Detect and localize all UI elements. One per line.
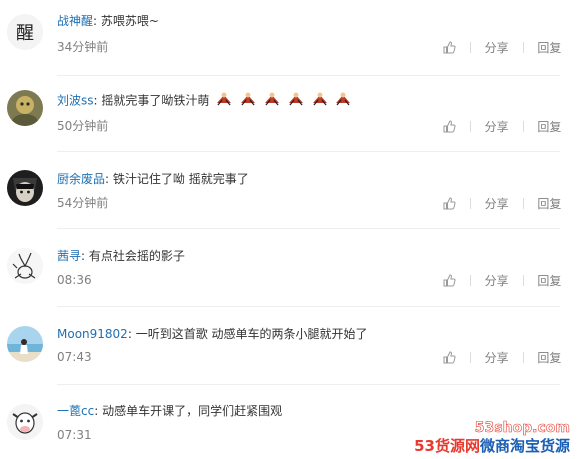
username-link[interactable]: 一蓖cc [57,404,94,418]
emoji-row [215,91,354,111]
comment-item: 厨余废品: 铁汁记住了呦 摇就完事了 54分钟前 分享 回复 [0,152,561,229]
reply-button[interactable]: 回复 [537,351,561,365]
avatar[interactable] [7,248,43,284]
reply-button[interactable]: 回复 [537,120,561,134]
dancing-emoji-icon [215,91,233,111]
comment-text: 铁汁记住了呦 摇就完事了 [112,172,249,186]
divider [469,198,471,209]
watermark: 53shop.com 53货源网微商淘宝货源 [414,419,570,455]
comment-item: Moon91802: 一听到这首歌 动感单车的两条小腿就开始了 07:43 分享… [0,308,561,385]
comment-actions: 分享 回复 [443,350,561,365]
dancing-emoji-icon [239,91,257,111]
reply-button[interactable]: 回复 [537,41,561,55]
comment-actions: 分享 回复 [443,40,561,55]
share-button[interactable]: 分享 [485,41,509,55]
comment-list: 醒 战神醒: 苏喂苏喂~ 34分钟前 分享 回复 刘波ss: 摇就完事了呦铁汁萌… [0,0,578,459]
dancing-emoji-icon [287,91,305,111]
username-link[interactable]: 厨余废品 [57,172,105,186]
divider [469,275,471,286]
username-link[interactable]: 刘波ss [57,94,94,108]
share-button[interactable]: 分享 [485,351,509,365]
divider [469,121,471,132]
like-icon[interactable] [443,197,456,210]
comment-time: 34分钟前 [57,40,109,54]
divider [522,42,524,53]
avatar[interactable] [7,170,43,206]
svg-text:醒: 醒 [16,23,34,44]
share-button[interactable]: 分享 [485,120,509,134]
comment-actions: 分享 回复 [443,273,561,288]
comment-text: 摇就完事了呦铁汁萌 [101,93,210,108]
comment-time: 08:36 [57,273,92,287]
comment-text: 一听到这首歌 动感单车的两条小腿就开始了 [135,327,368,341]
comment-time: 50分钟前 [57,119,109,133]
divider [469,352,471,363]
share-button[interactable]: 分享 [485,274,509,288]
username-link[interactable]: 茜寻 [57,249,81,263]
comment-item: 刘波ss: 摇就完事了呦铁汁萌 50分钟前 分享 回复 [0,76,561,152]
divider [522,275,524,286]
avatar[interactable] [7,90,43,126]
comment-actions: 分享 回复 [443,196,561,211]
comment-time: 07:31 [57,428,92,442]
username-link[interactable]: Moon91802 [57,327,128,341]
dancing-emoji-icon [263,91,281,111]
dancing-emoji-icon [311,91,329,111]
divider [522,198,524,209]
divider [57,228,560,229]
like-icon[interactable] [443,41,456,54]
divider [57,384,560,385]
watermark-url: 53shop.com [474,420,570,437]
like-icon[interactable] [443,351,456,364]
divider [57,306,560,307]
username-link[interactable]: 战神醒 [57,14,93,28]
dancing-emoji-icon [334,91,352,111]
comment-text: 有点社会摇的影子 [88,249,185,263]
comment-actions: 分享 回复 [443,119,561,134]
divider [469,42,471,53]
avatar[interactable] [7,404,43,440]
avatar[interactable]: 醒 [7,14,43,50]
like-icon[interactable] [443,274,456,287]
reply-button[interactable]: 回复 [537,274,561,288]
divider [522,352,524,363]
comment-text: 动感单车开课了，同学们赶紧围观 [102,404,283,418]
comment-item: 醒 战神醒: 苏喂苏喂~ 34分钟前 分享 回复 [0,0,561,76]
comment-text: 苏喂苏喂~ [100,14,159,28]
reply-button[interactable]: 回复 [537,197,561,211]
comment-item: 茜寻: 有点社会摇的影子 08:36 分享 回复 [0,230,561,307]
divider [522,121,524,132]
watermark-title: 53货源网微商淘宝货源 [414,437,570,455]
comment-time: 54分钟前 [57,196,109,210]
comment-time: 07:43 [57,350,92,364]
avatar[interactable] [7,326,43,362]
like-icon[interactable] [443,120,456,133]
share-button[interactable]: 分享 [485,197,509,211]
